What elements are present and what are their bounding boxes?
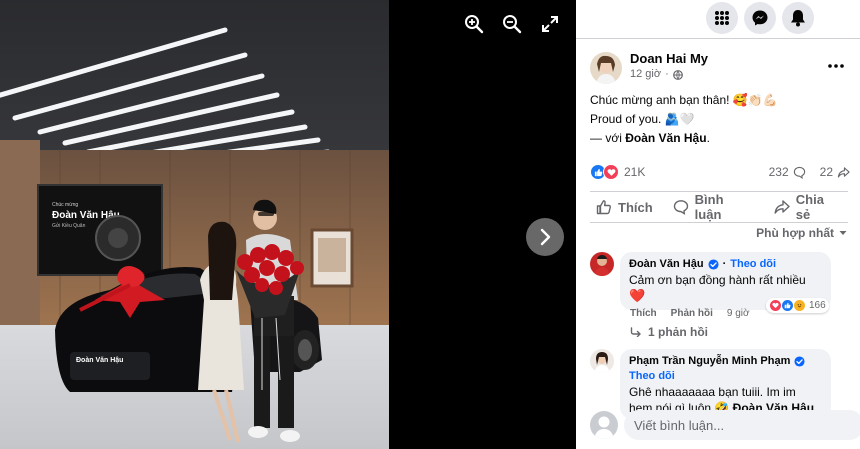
screen-sub: Gửi Kiều Quân <box>52 222 86 229</box>
fullscreen-icon <box>542 16 558 32</box>
comment-icon <box>673 200 688 215</box>
engagement-counts: 232 22 <box>769 165 850 179</box>
shares-count: 22 <box>819 165 833 179</box>
like-label: Thích <box>618 199 653 215</box>
follow-button[interactable]: Theo dõi <box>629 369 675 384</box>
post-time[interactable]: 12 giờ <box>630 67 661 82</box>
comment-actions: Thích Phản hồi 9 giờ <box>630 308 750 319</box>
my-avatar[interactable] <box>590 411 618 439</box>
thumbs-up-icon <box>596 200 611 215</box>
post-with-line: — với Đoàn Văn Hậu. <box>590 129 846 148</box>
commenter-avatar[interactable] <box>590 252 614 276</box>
chevron-right-icon <box>540 228 551 246</box>
sort-label: Phù hợp nhất <box>756 226 834 240</box>
reactions-summary: 21K 232 22 <box>590 162 850 182</box>
comment-label: Bình luận <box>694 192 724 222</box>
reaction-icons[interactable] <box>590 164 619 180</box>
zoom-in-icon <box>465 15 484 34</box>
comment-bubble: Phạm Trần Nguyễn Minh Phạm Theo dõi Ghê … <box>620 349 831 419</box>
haha-reaction-icon <box>793 299 806 312</box>
zoom-in-button[interactable] <box>462 12 486 36</box>
comment-item: Phạm Trần Nguyễn Minh Phạm Theo dõi Ghê … <box>590 349 831 419</box>
author-avatar[interactable] <box>590 52 622 84</box>
verified-badge-icon <box>708 259 719 270</box>
more-options-button[interactable] <box>828 55 844 73</box>
author-name[interactable]: Doan Hai My <box>630 51 708 67</box>
top-bar <box>576 0 860 38</box>
commenter-header: Đoàn Văn Hậu · Theo dõi <box>629 257 777 272</box>
comments-count: 232 <box>768 165 789 179</box>
write-comment-input[interactable] <box>624 410 860 440</box>
replies-count: 1 phản hồi <box>648 325 708 339</box>
comment-like-button[interactable]: Thích <box>630 308 657 319</box>
zoom-out-button[interactable] <box>500 12 524 36</box>
with-suffix: . <box>706 131 710 145</box>
commenter-header: Phạm Trần Nguyễn Minh Phạm <box>629 354 821 369</box>
zoom-out-icon <box>503 15 522 34</box>
like-button[interactable]: Thích <box>586 195 663 219</box>
comment-reactions[interactable]: 166 <box>766 298 829 313</box>
reply-arrow-icon <box>630 327 641 337</box>
viewer-controls <box>462 12 562 36</box>
write-comment-row <box>590 410 860 440</box>
view-replies-link[interactable]: 1 phản hồi <box>630 325 708 339</box>
verified-badge-icon <box>794 356 805 367</box>
commenter-name[interactable]: Phạm Trần Nguyễn Minh Phạm <box>629 354 790 369</box>
commenter-avatar[interactable] <box>590 349 614 373</box>
reactions-count[interactable]: 21K <box>624 165 645 179</box>
menu-grid-icon <box>715 11 729 25</box>
share-label: Chia sẻ <box>795 192 824 222</box>
with-prefix: — với <box>590 131 626 145</box>
actions-bottom-divider <box>590 222 848 223</box>
comment-reply-button[interactable]: Phản hồi <box>671 308 713 319</box>
comment-sort-dropdown[interactable]: Phù hợp nhất <box>756 226 848 240</box>
post-line-1: Chúc mừng anh bạn thân! 🥰👏🏻💪🏻 <box>590 93 778 107</box>
shares-count-link[interactable]: 22 <box>820 165 850 179</box>
photo-viewer: Chúc mừng Đoàn Văn Hậu Gửi Kiều Quân Đoà… <box>0 0 576 449</box>
comment-text: Ghê nhaaaaaaa bạn tuiii. Im im <box>629 385 796 399</box>
menu-button[interactable] <box>706 2 738 34</box>
caret-down-icon <box>839 231 847 235</box>
post-meta: 12 giờ · <box>630 67 708 82</box>
more-dots-icon <box>828 64 844 68</box>
comment-bubble-icon <box>793 166 805 179</box>
follow-button[interactable]: Theo dõi <box>730 257 776 272</box>
screen-caption: Chúc mừng <box>52 202 78 208</box>
share-icon <box>774 200 790 214</box>
author-block: Doan Hai My 12 giờ · <box>630 51 708 87</box>
post-body: Chúc mừng anh bạn thân! 🥰👏🏻💪🏻 Proud of y… <box>576 87 860 148</box>
post-photo[interactable]: Chúc mừng Đoàn Văn Hậu Gửi Kiều Quân Đoà… <box>0 0 389 449</box>
comments-count-link[interactable]: 232 <box>769 165 806 179</box>
globe-icon <box>672 69 683 80</box>
comment-text: Cảm ơn bạn đồng hành rất nhiều <box>629 273 806 287</box>
comment-reaction-count: 166 <box>809 300 826 311</box>
share-button[interactable]: Chia sẻ <box>764 192 852 222</box>
fullscreen-button[interactable] <box>538 12 562 36</box>
follow-row: Theo dõi <box>629 369 821 384</box>
messenger-icon <box>752 10 768 26</box>
messenger-button[interactable] <box>744 2 776 34</box>
post-actions: Thích Bình luận Chia sẻ <box>586 192 852 222</box>
commenter-name[interactable]: Đoàn Văn Hậu <box>629 257 704 272</box>
tagged-user-link[interactable]: Đoàn Văn Hậu <box>625 131 706 145</box>
notifications-bell-icon <box>791 10 805 27</box>
car-plate-text: Đoàn Văn Hậu <box>76 357 123 364</box>
share-arrow-icon <box>837 166 850 178</box>
love-reaction-icon <box>603 164 619 180</box>
post-line-2: Proud of you. 🫂🤍 <box>590 112 695 126</box>
post-panel: Doan Hai My 12 giờ · Chúc mừng anh bạn t… <box>576 0 860 449</box>
next-photo-button[interactable] <box>526 218 564 256</box>
post-header: Doan Hai My 12 giờ · <box>576 39 860 87</box>
comment-button[interactable]: Bình luận <box>663 192 764 222</box>
photo-illustration: Chúc mừng Đoàn Văn Hậu Gửi Kiều Quân Đoà… <box>0 0 389 449</box>
comment-time[interactable]: 9 giờ <box>727 308 750 319</box>
notifications-button[interactable] <box>782 2 814 34</box>
